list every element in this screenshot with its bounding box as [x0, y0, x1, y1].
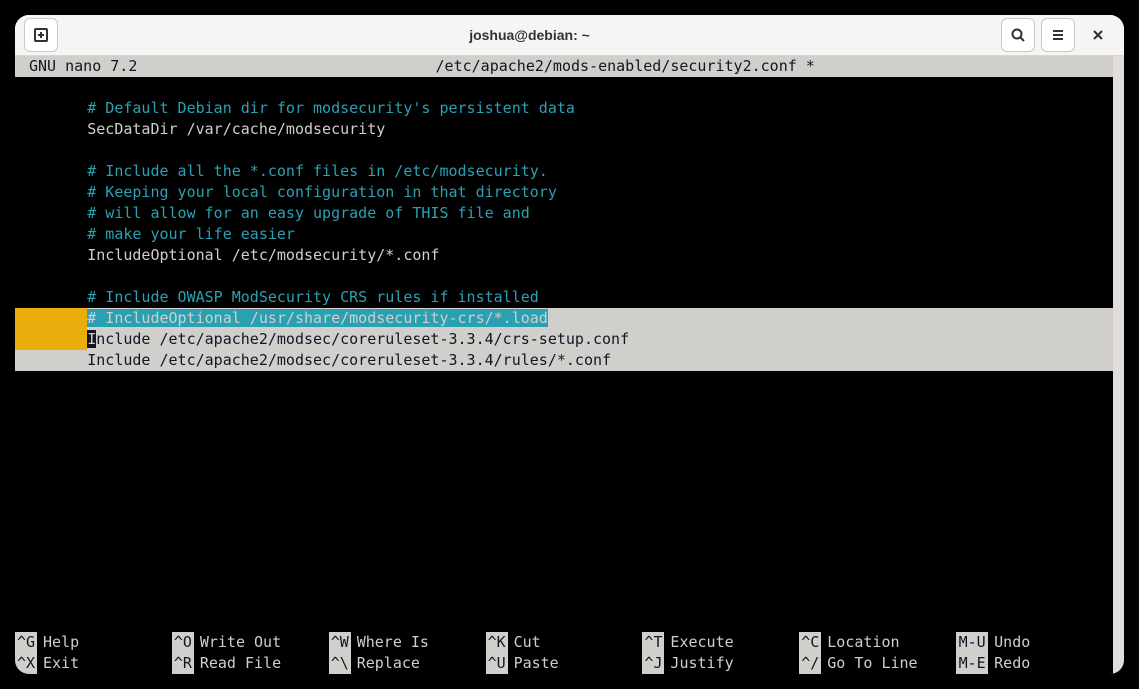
editor-line — [15, 77, 1113, 98]
editor-line: Include /etc/apache2/modsec/coreruleset-… — [15, 350, 1113, 371]
shortcut-label: Execute — [664, 632, 733, 653]
shortcut-item: ^UPaste — [486, 653, 643, 674]
shortcut-label: Help — [37, 632, 79, 653]
shortcut-label: Paste — [508, 653, 559, 674]
editor-line: # will allow for an easy upgrade of THIS… — [15, 203, 1113, 224]
editor-line: # make your life easier — [15, 224, 1113, 245]
shortcut-key: ^T — [642, 632, 664, 653]
shortcut-key: ^X — [15, 653, 37, 674]
shortcut-label: Cut — [508, 632, 541, 653]
shortcut-key: ^O — [172, 632, 194, 653]
editor-line: # IncludeOptional /usr/share/modsecurity… — [15, 308, 1113, 329]
shortcut-key: ^K — [486, 632, 508, 653]
editor-line: # Include OWASP ModSecurity CRS rules if… — [15, 287, 1113, 308]
editor-line: SecDataDir /var/cache/modsecurity — [15, 119, 1113, 140]
shortcut-item: ^\Replace — [329, 653, 486, 674]
editor-line — [15, 140, 1113, 161]
shortcut-label: Write Out — [194, 632, 281, 653]
close-window-button[interactable] — [1081, 18, 1115, 52]
new-tab-button[interactable] — [24, 18, 58, 52]
shortcut-key: ^W — [329, 632, 351, 653]
editor-line: IncludeOptional /etc/modsecurity/*.conf — [15, 245, 1113, 266]
shortcut-label: Where Is — [351, 632, 429, 653]
shortcut-key: ^J — [642, 653, 664, 674]
shortcut-label: Location — [821, 632, 899, 653]
shortcut-key: ^\ — [329, 653, 351, 674]
terminal-window: joshua@debian: ~ GNU nano 7.2 /etc/apach… — [15, 15, 1124, 674]
search-button[interactable] — [1001, 18, 1035, 52]
nano-header: GNU nano 7.2 /etc/apache2/mods-enabled/s… — [15, 56, 1113, 77]
nano-footer-shortcuts: ^GHelp^OWrite Out^WWhere Is^KCut^TExecut… — [15, 632, 1113, 674]
shortcut-label: Replace — [351, 653, 420, 674]
shortcut-item: ^JJustify — [642, 653, 799, 674]
shortcut-label: Redo — [988, 653, 1030, 674]
nano-content-area[interactable]: # Default Debian dir for modsecurity's p… — [15, 77, 1113, 632]
shortcut-key: M-E — [956, 653, 988, 674]
editor-line — [15, 266, 1113, 287]
shortcut-item: ^OWrite Out — [172, 632, 329, 653]
shortcut-item: ^/Go To Line — [799, 653, 956, 674]
nano-file-path: /etc/apache2/mods-enabled/security2.conf… — [436, 56, 815, 77]
shortcut-label: Undo — [988, 632, 1030, 653]
editor-line: # Default Debian dir for modsecurity's p… — [15, 98, 1113, 119]
search-icon — [1010, 27, 1026, 43]
titlebar: joshua@debian: ~ — [15, 15, 1124, 56]
shortcut-key: ^/ — [799, 653, 821, 674]
shortcut-item: ^GHelp — [15, 632, 172, 653]
shortcut-item: ^CLocation — [799, 632, 956, 653]
plus-box-icon — [33, 27, 49, 43]
shortcut-item: M-ERedo — [956, 653, 1113, 674]
shortcut-item: ^KCut — [486, 632, 643, 653]
editor-line — [15, 371, 1113, 392]
hamburger-menu-button[interactable] — [1041, 18, 1075, 52]
terminal-body[interactable]: GNU nano 7.2 /etc/apache2/mods-enabled/s… — [15, 56, 1124, 674]
shortcut-key: ^G — [15, 632, 37, 653]
shortcut-item: ^TExecute — [642, 632, 799, 653]
shortcut-item: ^WWhere Is — [329, 632, 486, 653]
shortcut-label: Read File — [194, 653, 281, 674]
editor-line: # Include all the *.conf files in /etc/m… — [15, 161, 1113, 182]
vertical-scrollbar[interactable] — [1113, 56, 1124, 674]
shortcut-item: M-UUndo — [956, 632, 1113, 653]
editor-line: Include /etc/apache2/modsec/coreruleset-… — [15, 329, 1113, 350]
editor-line: # Keeping your local configuration in th… — [15, 182, 1113, 203]
shortcut-item: ^XExit — [15, 653, 172, 674]
shortcut-label: Go To Line — [821, 653, 917, 674]
shortcut-key: M-U — [956, 632, 988, 653]
shortcut-key: ^R — [172, 653, 194, 674]
shortcut-label: Justify — [664, 653, 733, 674]
shortcut-item: ^RRead File — [172, 653, 329, 674]
shortcut-key: ^C — [799, 632, 821, 653]
close-icon — [1090, 27, 1106, 43]
hamburger-icon — [1050, 27, 1066, 43]
nano-editor-name: GNU nano 7.2 — [15, 56, 137, 77]
shortcut-key: ^U — [486, 653, 508, 674]
window-title: joshua@debian: ~ — [61, 27, 998, 43]
shortcut-label: Exit — [37, 653, 79, 674]
